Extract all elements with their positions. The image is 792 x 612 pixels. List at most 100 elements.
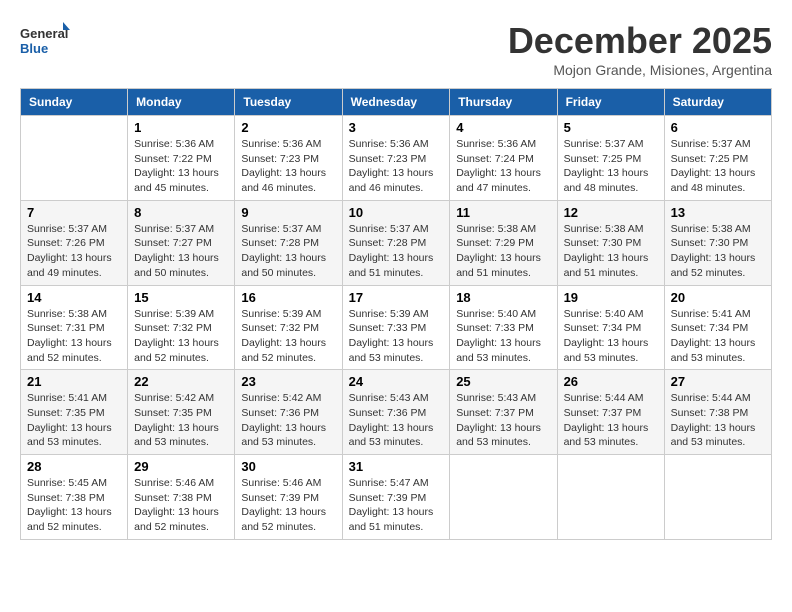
- day-number: 25: [456, 374, 550, 389]
- cell-content: Sunrise: 5:37 AM Sunset: 7:26 PM Dayligh…: [27, 222, 121, 281]
- location-subtitle: Mojon Grande, Misiones, Argentina: [508, 62, 772, 78]
- day-number: 13: [671, 205, 765, 220]
- calendar-cell: 16 Sunrise: 5:39 AM Sunset: 7:32 PM Dayli…: [235, 285, 342, 370]
- calendar-cell: 13 Sunrise: 5:38 AM Sunset: 7:30 PM Dayli…: [664, 200, 771, 285]
- logo-svg: General Blue: [20, 20, 70, 60]
- day-number: 19: [564, 290, 658, 305]
- svg-text:Blue: Blue: [20, 41, 48, 56]
- calendar-cell: 17 Sunrise: 5:39 AM Sunset: 7:33 PM Dayli…: [342, 285, 450, 370]
- calendar-cell: [450, 455, 557, 540]
- day-number: 14: [27, 290, 121, 305]
- cell-content: Sunrise: 5:36 AM Sunset: 7:23 PM Dayligh…: [349, 137, 444, 196]
- day-number: 16: [241, 290, 335, 305]
- calendar-cell: 12 Sunrise: 5:38 AM Sunset: 7:30 PM Dayli…: [557, 200, 664, 285]
- calendar-cell: 24Sunrise: 5:43 AM Sunset: 7:36 PM Dayli…: [342, 370, 450, 455]
- week-row-0: 1 Sunrise: 5:36 AM Sunset: 7:22 PM Daylig…: [21, 116, 772, 201]
- cell-content: Sunrise: 5:39 AM Sunset: 7:32 PM Dayligh…: [241, 307, 335, 366]
- cell-content: Sunrise: 5:40 AM Sunset: 7:33 PM Dayligh…: [456, 307, 550, 366]
- header-thursday: Thursday: [450, 89, 557, 116]
- calendar-cell: 6 Sunrise: 5:37 AM Sunset: 7:25 PM Daylig…: [664, 116, 771, 201]
- day-number: 20: [671, 290, 765, 305]
- day-number: 31: [349, 459, 444, 474]
- cell-content: Sunrise: 5:44 AM Sunset: 7:38 PM Dayligh…: [671, 391, 765, 450]
- calendar-cell: 22Sunrise: 5:42 AM Sunset: 7:35 PM Dayli…: [128, 370, 235, 455]
- calendar-cell: 18 Sunrise: 5:40 AM Sunset: 7:33 PM Dayli…: [450, 285, 557, 370]
- cell-content: Sunrise: 5:40 AM Sunset: 7:34 PM Dayligh…: [564, 307, 658, 366]
- month-title: December 2025: [508, 20, 772, 62]
- day-number: 29: [134, 459, 228, 474]
- week-row-3: 21 Sunrise: 5:41 AM Sunset: 7:35 PM Dayli…: [21, 370, 772, 455]
- cell-content: Sunrise: 5:39 AM Sunset: 7:33 PM Dayligh…: [349, 307, 444, 366]
- cell-content: Sunrise: 5:42 AM Sunset: 7:36 PM Dayligh…: [241, 391, 335, 450]
- day-number: 24: [349, 374, 444, 389]
- logo: General Blue: [20, 20, 70, 60]
- day-number: 10: [349, 205, 444, 220]
- week-row-1: 7 Sunrise: 5:37 AM Sunset: 7:26 PM Daylig…: [21, 200, 772, 285]
- day-number: 3: [349, 120, 444, 135]
- cell-content: Sunrise: 5:46 AM Sunset: 7:39 PM Dayligh…: [241, 476, 335, 535]
- header-tuesday: Tuesday: [235, 89, 342, 116]
- calendar-cell: 15Sunrise: 5:39 AM Sunset: 7:32 PM Dayli…: [128, 285, 235, 370]
- day-number: 17: [349, 290, 444, 305]
- header-saturday: Saturday: [664, 89, 771, 116]
- cell-content: Sunrise: 5:44 AM Sunset: 7:37 PM Dayligh…: [564, 391, 658, 450]
- calendar-cell: 5 Sunrise: 5:37 AM Sunset: 7:25 PM Daylig…: [557, 116, 664, 201]
- day-number: 7: [27, 205, 121, 220]
- header-friday: Friday: [557, 89, 664, 116]
- calendar-table: SundayMondayTuesdayWednesdayThursdayFrid…: [20, 88, 772, 540]
- day-number: 21: [27, 374, 121, 389]
- page-header: General Blue December 2025 Mojon Grande,…: [20, 20, 772, 78]
- calendar-cell: 1 Sunrise: 5:36 AM Sunset: 7:22 PM Daylig…: [128, 116, 235, 201]
- header-row: SundayMondayTuesdayWednesdayThursdayFrid…: [21, 89, 772, 116]
- day-number: 15: [134, 290, 228, 305]
- calendar-cell: 2 Sunrise: 5:36 AM Sunset: 7:23 PM Daylig…: [235, 116, 342, 201]
- day-number: 9: [241, 205, 335, 220]
- header-wednesday: Wednesday: [342, 89, 450, 116]
- calendar-cell: 4Sunrise: 5:36 AM Sunset: 7:24 PM Daylig…: [450, 116, 557, 201]
- cell-content: Sunrise: 5:46 AM Sunset: 7:38 PM Dayligh…: [134, 476, 228, 535]
- header-sunday: Sunday: [21, 89, 128, 116]
- day-number: 6: [671, 120, 765, 135]
- cell-content: Sunrise: 5:37 AM Sunset: 7:28 PM Dayligh…: [241, 222, 335, 281]
- cell-content: Sunrise: 5:41 AM Sunset: 7:35 PM Dayligh…: [27, 391, 121, 450]
- cell-content: Sunrise: 5:45 AM Sunset: 7:38 PM Dayligh…: [27, 476, 121, 535]
- calendar-cell: 19 Sunrise: 5:40 AM Sunset: 7:34 PM Dayli…: [557, 285, 664, 370]
- calendar-cell: 30Sunrise: 5:46 AM Sunset: 7:39 PM Dayli…: [235, 455, 342, 540]
- cell-content: Sunrise: 5:36 AM Sunset: 7:22 PM Dayligh…: [134, 137, 228, 196]
- cell-content: Sunrise: 5:37 AM Sunset: 7:25 PM Dayligh…: [564, 137, 658, 196]
- day-number: 1: [134, 120, 228, 135]
- header-monday: Monday: [128, 89, 235, 116]
- day-number: 4: [456, 120, 550, 135]
- day-number: 26: [564, 374, 658, 389]
- calendar-cell: 20 Sunrise: 5:41 AM Sunset: 7:34 PM Dayli…: [664, 285, 771, 370]
- day-number: 2: [241, 120, 335, 135]
- calendar-cell: 26 Sunrise: 5:44 AM Sunset: 7:37 PM Dayli…: [557, 370, 664, 455]
- calendar-cell: 3 Sunrise: 5:36 AM Sunset: 7:23 PM Daylig…: [342, 116, 450, 201]
- day-number: 18: [456, 290, 550, 305]
- calendar-cell: 8Sunrise: 5:37 AM Sunset: 7:27 PM Daylig…: [128, 200, 235, 285]
- day-number: 27: [671, 374, 765, 389]
- calendar-cell: [664, 455, 771, 540]
- calendar-cell: [557, 455, 664, 540]
- day-number: 11: [456, 205, 550, 220]
- calendar-cell: [21, 116, 128, 201]
- calendar-cell: 9 Sunrise: 5:37 AM Sunset: 7:28 PM Daylig…: [235, 200, 342, 285]
- cell-content: Sunrise: 5:38 AM Sunset: 7:29 PM Dayligh…: [456, 222, 550, 281]
- week-row-4: 28 Sunrise: 5:45 AM Sunset: 7:38 PM Dayli…: [21, 455, 772, 540]
- day-number: 28: [27, 459, 121, 474]
- day-number: 5: [564, 120, 658, 135]
- calendar-cell: 23Sunrise: 5:42 AM Sunset: 7:36 PM Dayli…: [235, 370, 342, 455]
- cell-content: Sunrise: 5:41 AM Sunset: 7:34 PM Dayligh…: [671, 307, 765, 366]
- cell-content: Sunrise: 5:37 AM Sunset: 7:28 PM Dayligh…: [349, 222, 444, 281]
- cell-content: Sunrise: 5:38 AM Sunset: 7:30 PM Dayligh…: [564, 222, 658, 281]
- cell-content: Sunrise: 5:38 AM Sunset: 7:31 PM Dayligh…: [27, 307, 121, 366]
- cell-content: Sunrise: 5:37 AM Sunset: 7:25 PM Dayligh…: [671, 137, 765, 196]
- cell-content: Sunrise: 5:38 AM Sunset: 7:30 PM Dayligh…: [671, 222, 765, 281]
- day-number: 8: [134, 205, 228, 220]
- cell-content: Sunrise: 5:36 AM Sunset: 7:23 PM Dayligh…: [241, 137, 335, 196]
- calendar-cell: 31Sunrise: 5:47 AM Sunset: 7:39 PM Dayli…: [342, 455, 450, 540]
- calendar-cell: 29 Sunrise: 5:46 AM Sunset: 7:38 PM Dayli…: [128, 455, 235, 540]
- day-number: 12: [564, 205, 658, 220]
- calendar-cell: 14 Sunrise: 5:38 AM Sunset: 7:31 PM Dayli…: [21, 285, 128, 370]
- calendar-cell: 21 Sunrise: 5:41 AM Sunset: 7:35 PM Dayli…: [21, 370, 128, 455]
